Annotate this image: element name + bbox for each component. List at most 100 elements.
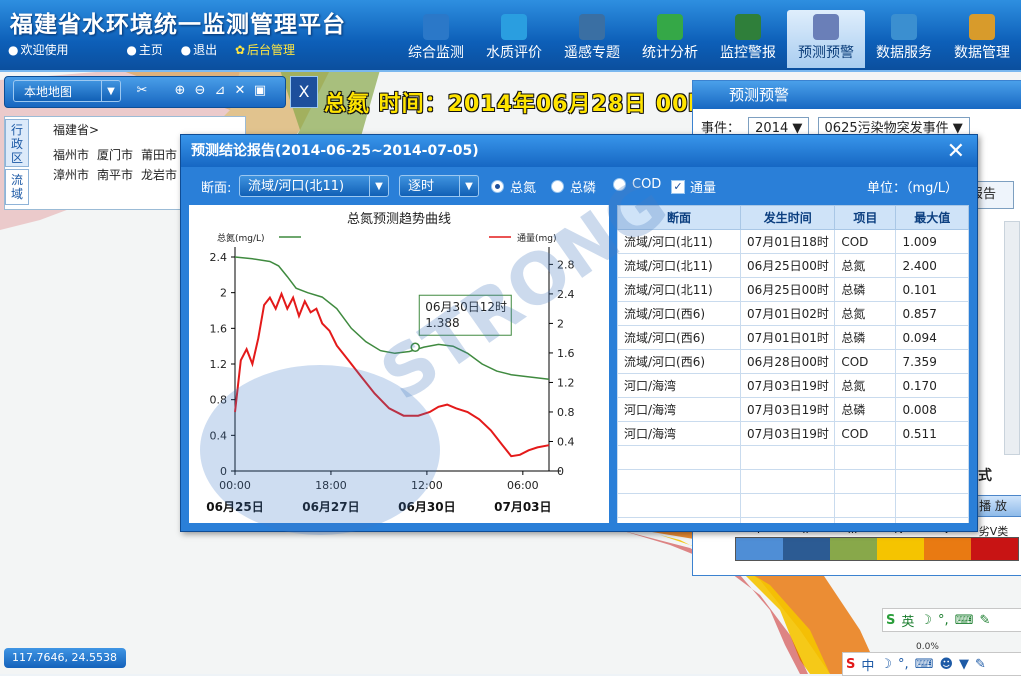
city-link[interactable]: 莆田市 bbox=[141, 148, 177, 162]
keyboard-icon: ⌨ bbox=[954, 612, 974, 628]
nav-statistics[interactable]: 统计分析 bbox=[631, 10, 709, 68]
ime-toolbar[interactable]: S 英 ☽ °, ⌨ ✎ bbox=[882, 608, 1021, 632]
chevron-down-icon: ▼ bbox=[369, 176, 388, 196]
table-cell: 06月28日00时 bbox=[740, 349, 836, 374]
fullscreen-icon[interactable]: ▣ bbox=[251, 82, 269, 100]
keyboard-icon: ⌨ bbox=[914, 656, 934, 672]
radio-total-phosphorus[interactable]: 总磷 bbox=[551, 177, 596, 196]
interval-select[interactable]: 逐时 ▼ bbox=[399, 175, 479, 197]
pie-chart-icon bbox=[657, 14, 683, 40]
zoom-in-icon[interactable]: ⊕ bbox=[171, 82, 189, 100]
city-link[interactable]: 龙岩市 bbox=[141, 168, 177, 182]
tab-basin[interactable]: 流域 bbox=[5, 169, 29, 205]
table-row[interactable]: 河口/海湾 07月03日19时 COD 0.511 bbox=[617, 421, 969, 446]
x-date-label: 06月27日 bbox=[302, 500, 359, 514]
chart-title: 总氮预测趋势曲线 bbox=[347, 211, 451, 227]
column-header[interactable]: 断面 bbox=[617, 205, 742, 230]
x-tick-label: 06:00 bbox=[507, 479, 539, 492]
table-row[interactable]: 流域/河口(西6) 06月28日00时 COD 7.359 bbox=[617, 349, 969, 374]
radio-cod[interactable]: COD bbox=[613, 177, 661, 192]
table-row[interactable]: 河口/海湾 07月03日19时 总氮 0.170 bbox=[617, 373, 969, 398]
section-select[interactable]: 流域/河口(北11) ▼ bbox=[239, 175, 389, 197]
column-header[interactable]: 发生时间 bbox=[740, 205, 836, 230]
ime-language[interactable]: 中 bbox=[861, 655, 874, 674]
app-header: 福建省水环境统一监测管理平台 ● 欢迎使用 ● 主页 ● 退出 ✿ 后台管理 综合监测 … bbox=[0, 0, 1021, 72]
y-tick-label: 0.8 bbox=[210, 394, 228, 407]
time-banner: 总氮 时间：2014年06月28日 00时 bbox=[324, 92, 712, 117]
table-cell bbox=[895, 469, 969, 494]
radio-total-nitrogen[interactable]: 总氮 bbox=[491, 177, 536, 196]
legend-swatch bbox=[783, 538, 830, 560]
nav-remote-sensing[interactable]: 遥感专题 bbox=[553, 10, 631, 68]
admin-link[interactable]: 后台管理 bbox=[247, 43, 295, 57]
ime-toolbar-bottom[interactable]: S 中 ☽ °, ⌨ ☻ ▼ ✎ bbox=[842, 652, 1021, 676]
ime-language[interactable]: 英 bbox=[901, 611, 914, 630]
nav-water-quality[interactable]: 水质评价 bbox=[475, 10, 553, 68]
clear-icon[interactable]: ✕ bbox=[231, 82, 249, 100]
tools-icon[interactable]: ✂ bbox=[133, 82, 151, 100]
close-icon[interactable]: ✕ bbox=[947, 139, 965, 164]
table-cell: 流域/河口(北11) bbox=[617, 253, 742, 278]
table-cell bbox=[740, 445, 836, 470]
nav-data-management[interactable]: 数据管理 bbox=[943, 10, 1021, 68]
legend-swatch bbox=[736, 538, 783, 560]
table-cell: 07月01日18时 bbox=[740, 229, 836, 254]
mode-label: 式 bbox=[978, 468, 992, 484]
table-cell bbox=[617, 445, 742, 470]
zoom-out-icon[interactable]: ⊖ bbox=[191, 82, 209, 100]
table-cell: 河口/海湾 bbox=[617, 421, 742, 446]
tooltip-value: 1.388 bbox=[425, 316, 459, 330]
table-header-row: 断面 发生时间 项目 最大值 bbox=[617, 205, 969, 230]
nav-alarm[interactable]: 监控警报 bbox=[709, 10, 787, 68]
breadcrumb[interactable]: 福建省> bbox=[53, 121, 99, 138]
status-text: 0.0% bbox=[916, 642, 939, 652]
nav-comprehensive-monitoring[interactable]: 综合监测 bbox=[397, 10, 475, 68]
logout-link[interactable]: 退出 bbox=[193, 43, 217, 57]
layer-switch-icon[interactable]: Ⅹ bbox=[290, 76, 318, 108]
result-table-grid: 断面 发生时间 项目 最大值 流域/河口(北11) 07月01日18时 COD 1.009 流… bbox=[617, 205, 969, 523]
x-tick-label: 12:00 bbox=[411, 479, 443, 492]
y-tick-label: 0 bbox=[220, 465, 227, 478]
dialog-title: 预测结论报告(2014-06-25~2014-07-05) bbox=[181, 135, 977, 167]
measure-icon[interactable]: ⊿ bbox=[211, 82, 229, 100]
table-row[interactable]: 流域/河口(西6) 07月01日02时 总氮 0.857 bbox=[617, 301, 969, 326]
scrollbar[interactable] bbox=[1004, 221, 1020, 455]
city-list: 福州市 厦门市 莆田市 漳州市 南平市 龙岩市 bbox=[53, 145, 185, 185]
table-row[interactable]: 流域/河口(北11) 07月01日18时 COD 1.009 bbox=[617, 229, 969, 254]
settings-icon: ✿ bbox=[234, 43, 246, 57]
nav-forecast[interactable]: 预测预警 bbox=[787, 10, 865, 68]
table-row[interactable]: 流域/河口(北11) 06月25日00时 总氮 2.400 bbox=[617, 253, 969, 278]
table-row[interactable]: 流域/河口(北11) 06月25日00时 总磷 0.101 bbox=[617, 277, 969, 302]
table-row[interactable]: 流域/河口(西6) 07月01日01时 总磷 0.094 bbox=[617, 325, 969, 350]
column-header[interactable]: 最大值 bbox=[895, 205, 969, 230]
header-links: ● 欢迎使用 ● 主页 ● 退出 ✿ 后台管理 bbox=[8, 41, 309, 58]
tab-admin-region[interactable]: 行政区 bbox=[5, 119, 29, 167]
moon-icon: ☽ bbox=[880, 656, 893, 672]
punct-icon: °, bbox=[898, 656, 909, 672]
forecast-icon bbox=[813, 14, 839, 40]
x-tick-label: 18:00 bbox=[315, 479, 347, 492]
checkmark-icon: ✓ bbox=[671, 179, 685, 194]
city-link[interactable]: 厦门市 bbox=[97, 148, 133, 162]
table-cell bbox=[834, 469, 897, 494]
sogou-icon: S bbox=[886, 612, 896, 628]
globe-icon bbox=[891, 14, 917, 40]
table-cell bbox=[617, 517, 742, 523]
column-header[interactable]: 项目 bbox=[834, 205, 897, 230]
table-body: 流域/河口(北11) 07月01日18时 COD 1.009 流域/河口(北11) 06月… bbox=[617, 229, 969, 523]
table-row[interactable]: 河口/海湾 07月03日19时 总磷 0.008 bbox=[617, 397, 969, 422]
table-cell: 总氮 bbox=[834, 373, 897, 398]
basemap-select[interactable]: 本地地图 ▼ bbox=[13, 80, 121, 102]
nav-data-service[interactable]: 数据服务 bbox=[865, 10, 943, 68]
user-icon: ● bbox=[8, 43, 19, 57]
y-tick-label: 0.4 bbox=[210, 429, 228, 442]
table-cell: 河口/海湾 bbox=[617, 397, 742, 422]
flux-checkbox[interactable]: ✓ 通量 bbox=[671, 177, 716, 196]
city-link[interactable]: 南平市 bbox=[97, 168, 133, 182]
city-link[interactable]: 漳州市 bbox=[53, 168, 89, 182]
main-nav: 综合监测 水质评价 遥感专题 统计分析 监控警报 预测预警 数据服务 数据管理 bbox=[397, 10, 1021, 68]
table-cell: 07月03日19时 bbox=[740, 373, 836, 398]
dialog-toolbar: 断面: 流域/河口(北11) ▼ 逐时 ▼ 总氮 总磷 COD ✓ 通量 单位：（mg… bbox=[181, 171, 977, 199]
city-link[interactable]: 福州市 bbox=[53, 148, 89, 162]
home-link[interactable]: 主页 bbox=[139, 43, 163, 57]
